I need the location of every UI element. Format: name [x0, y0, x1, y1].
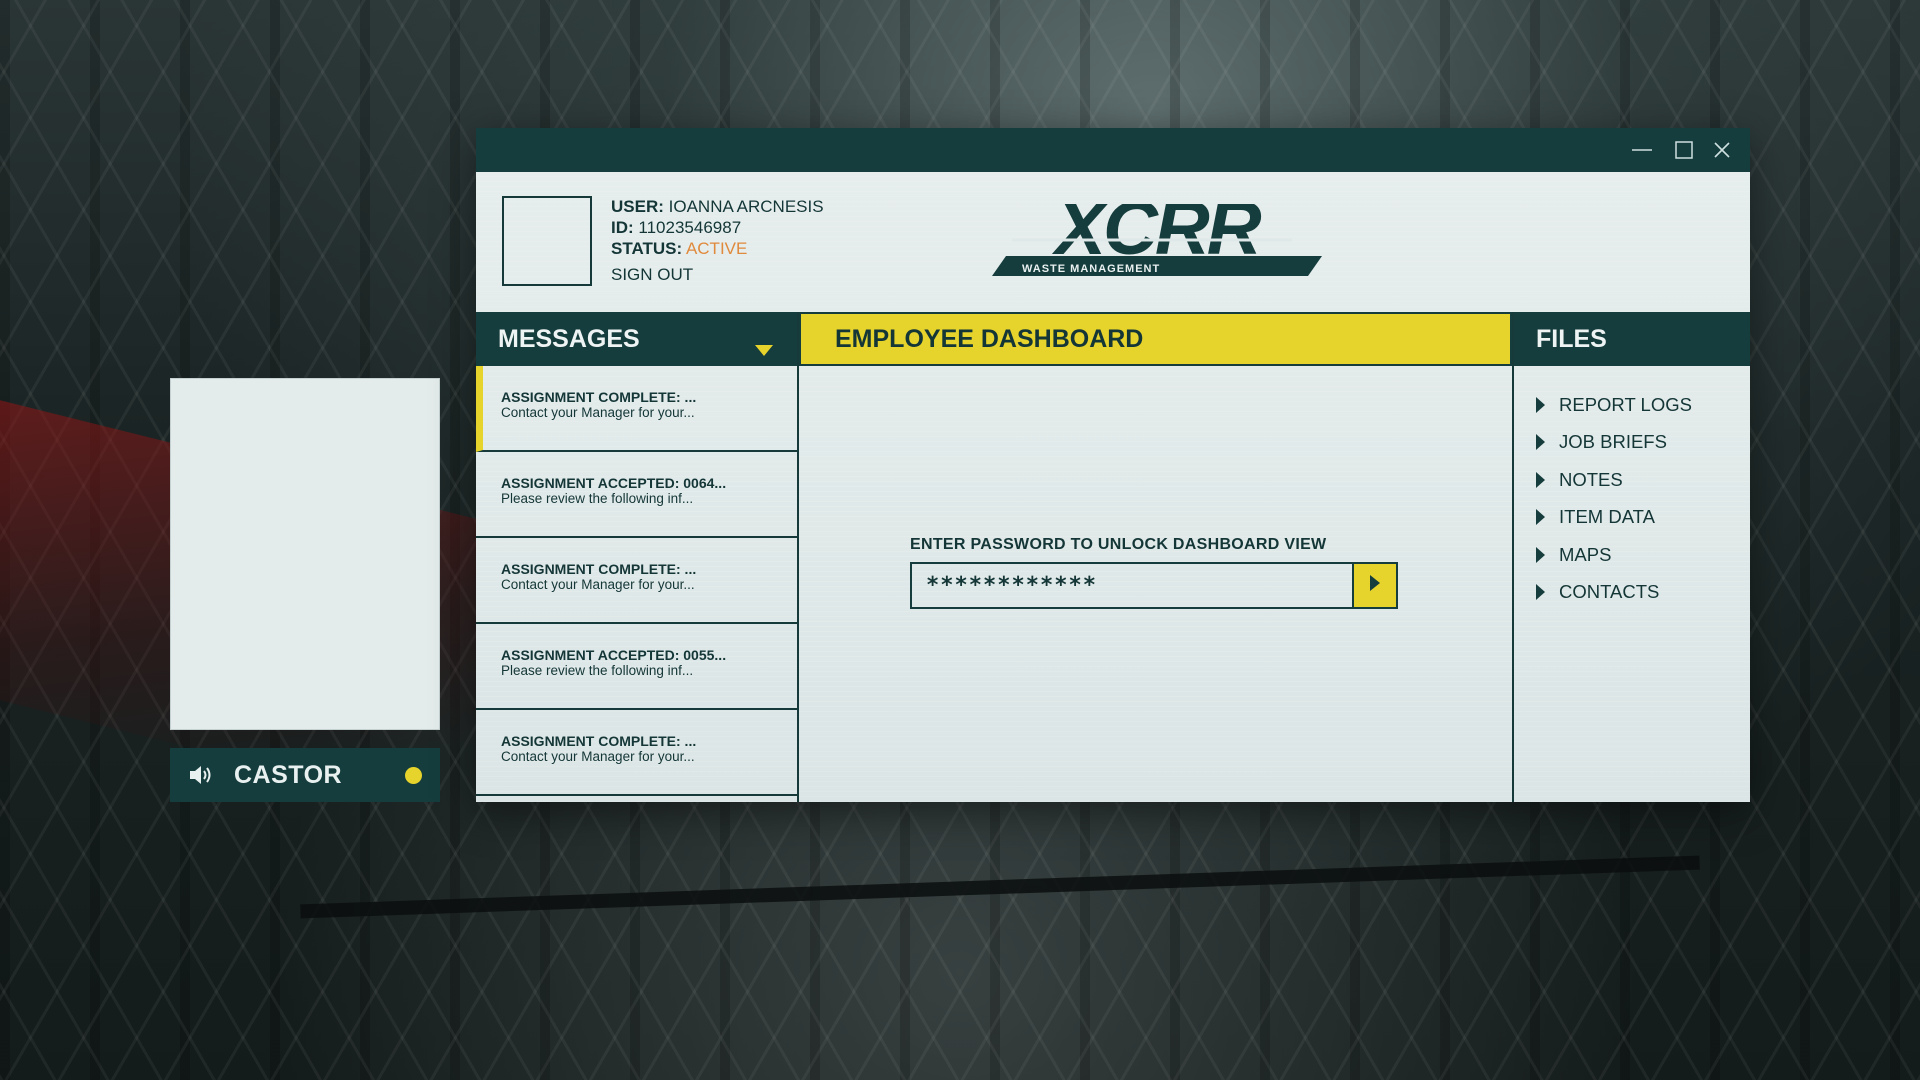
sign-out-link[interactable]: SIGN OUT	[611, 265, 693, 285]
status-indicator	[405, 766, 422, 784]
user-row: USER: IOANNA ARCNESIS	[611, 196, 824, 217]
status-value: ACTIVE	[685, 239, 748, 258]
camera-feed	[170, 378, 440, 730]
avatar	[502, 196, 592, 286]
message-item[interactable]: ASSIGNMENT ACCEPTED: 0064... Please revi…	[476, 452, 797, 538]
user-info: USER: IOANNA ARCNESIS ID: 11023546987 ST…	[611, 196, 824, 259]
message-preview: Contact your Manager for your...	[501, 405, 695, 420]
file-list: REPORT LOGS JOB BRIEFS NOTES ITEM DATA M…	[1514, 366, 1750, 611]
file-item-label: JOB BRIEFS	[1559, 431, 1667, 453]
main-window: USER: IOANNA ARCNESIS ID: 11023546987 ST…	[476, 128, 1750, 802]
status-label: STATUS:	[611, 239, 683, 258]
speaker-icon[interactable]	[188, 764, 214, 786]
files-header: FILES	[1514, 312, 1750, 366]
file-item-item-data[interactable]: ITEM DATA	[1536, 499, 1750, 537]
user-id: 11023546987	[638, 218, 742, 237]
maximize-icon[interactable]	[1670, 136, 1698, 164]
message-preview: Please review the following inf...	[501, 663, 694, 678]
submit-button[interactable]	[1352, 564, 1396, 607]
message-item[interactable]: ASSIGNMENT COMPLETE: ... Contact your Ma…	[476, 538, 797, 624]
file-item-label: MAPS	[1559, 543, 1612, 565]
caret-right-icon	[1536, 434, 1545, 451]
file-item-report-logs[interactable]: REPORT LOGS	[1536, 386, 1750, 424]
title-bar	[476, 128, 1750, 172]
message-item[interactable]: ASSIGNMENT ACCEPTED: 0055... Please revi…	[476, 624, 797, 710]
message-preview: Please review the following inf...	[501, 491, 694, 506]
messages-panel: MESSAGES ASSIGNMENT COMPLETE: ... Contac…	[476, 312, 799, 802]
close-icon[interactable]	[1708, 136, 1736, 164]
files-panel: FILES REPORT LOGS JOB BRIEFS NOTES ITEM …	[1512, 312, 1750, 802]
user-label: USER:	[611, 197, 664, 216]
caret-right-icon	[1536, 509, 1545, 526]
camera-bar: CASTOR	[170, 748, 440, 802]
messages-header[interactable]: MESSAGES	[476, 312, 797, 366]
message-preview: Contact your Manager for your...	[501, 749, 695, 764]
file-item-job-briefs[interactable]: JOB BRIEFS	[1536, 424, 1750, 462]
caret-right-icon	[1536, 584, 1545, 601]
file-item-label: CONTACTS	[1559, 581, 1660, 603]
password-field: ************	[910, 562, 1398, 609]
caret-right-icon	[1536, 396, 1545, 413]
dashboard-panel: EMPLOYEE DASHBOARD ENTER PASSWORD TO UNL…	[799, 312, 1512, 802]
caret-right-icon	[1536, 546, 1545, 563]
logo-text: XCRR	[1051, 204, 1261, 271]
id-label: ID:	[611, 218, 634, 237]
logo-subtitle: WASTE MANAGEMENT	[1022, 263, 1160, 275]
message-preview: Contact your Manager for your...	[501, 577, 695, 592]
user-name: IOANNA ARCNESIS	[668, 197, 824, 216]
chevron-down-icon[interactable]	[755, 334, 773, 363]
message-item[interactable]: ASSIGNMENT COMPLETE: ... Contact your Ma…	[476, 710, 797, 796]
minimize-icon[interactable]	[1628, 136, 1656, 164]
password-input[interactable]: ************	[912, 564, 1352, 607]
message-title: ASSIGNMENT ACCEPTED: 0064...	[501, 475, 727, 491]
message-title: ASSIGNMENT ACCEPTED: 0055...	[501, 647, 727, 663]
message-item[interactable]: ASSIGNMENT COMPLETE: ... Contact your Ma…	[476, 366, 797, 452]
id-row: ID: 11023546987	[611, 217, 824, 238]
dashboard-header: EMPLOYEE DASHBOARD	[799, 312, 1512, 366]
camera-name: CASTOR	[234, 760, 343, 789]
play-arrow-icon	[1370, 575, 1380, 596]
file-item-contacts[interactable]: CONTACTS	[1536, 574, 1750, 612]
file-item-notes[interactable]: NOTES	[1536, 461, 1750, 499]
background-railing	[300, 855, 1700, 919]
file-item-maps[interactable]: MAPS	[1536, 536, 1750, 574]
status-row: STATUS: ACTIVE	[611, 238, 824, 259]
message-title: ASSIGNMENT COMPLETE: ...	[501, 561, 697, 577]
file-item-label: REPORT LOGS	[1559, 393, 1692, 415]
file-item-label: ITEM DATA	[1559, 506, 1655, 528]
message-title: ASSIGNMENT COMPLETE: ...	[501, 389, 697, 405]
message-title: ASSIGNMENT COMPLETE: ...	[501, 733, 697, 749]
company-logo: XCRR WASTE MANAGEMENT	[992, 186, 1322, 276]
password-label: ENTER PASSWORD TO UNLOCK DASHBOARD VIEW	[910, 536, 1327, 553]
caret-right-icon	[1536, 471, 1545, 488]
messages-title: MESSAGES	[498, 324, 640, 353]
file-item-label: NOTES	[1559, 468, 1623, 490]
